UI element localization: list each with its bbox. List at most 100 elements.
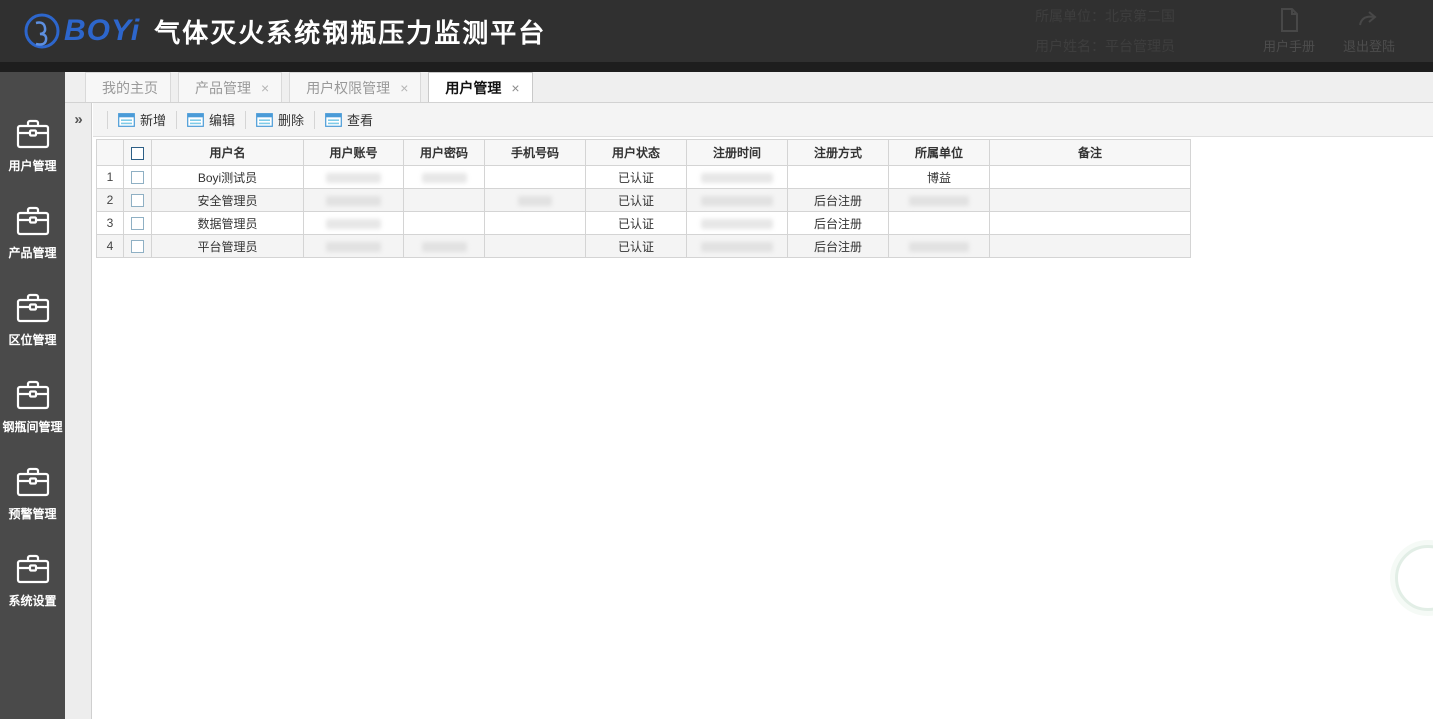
sidebar: 用户管理产品管理区位管理钢瓶间管理预警管理系统设置 [0,72,65,719]
cell-password [404,189,485,212]
row-checkbox[interactable] [131,171,144,184]
cell-checkbox [124,166,152,189]
table-body: 1Boyi测试员已认证博益2安全管理员已认证后台注册3数据管理员已认证后台注册4… [97,166,1191,258]
cell-rownum: 1 [97,166,124,189]
briefcase-icon [15,553,51,585]
cell-name: Boyi测试员 [152,166,304,189]
user-info-block: 所属单位：北京第二国 用户姓名：平台管理员 [1035,6,1175,56]
tab-label: 用户管理 [445,78,501,98]
redacted-value [701,173,773,183]
tab-label: 产品管理 [195,78,251,98]
header-divider-band [0,62,1433,72]
redacted-value [422,242,467,252]
header-cell-checkbox [124,140,152,166]
cell-status: 已认证 [586,189,687,212]
tab-bar: 我的主页 产品管理 × 用户权限管理 × 用户管理 × [65,72,1433,103]
briefcase-icon [15,466,51,498]
toolbar-divider [176,111,177,129]
tab-close-icon[interactable]: × [400,80,408,96]
header-cell: 注册时间 [687,140,788,166]
sidebar-item-products[interactable]: 产品管理 [0,205,65,261]
cell-remark [990,235,1191,258]
cell-rownum: 2 [97,189,124,212]
app-window: BOYi 气体灭火系统钢瓶压力监测平台 所属单位：北京第二国 用户姓名：平台管理… [0,0,1433,719]
row-checkbox[interactable] [131,240,144,253]
cell-account [304,212,404,235]
boyi-logo-icon [22,11,62,51]
form-icon [256,113,273,127]
tab-close-icon[interactable]: × [511,80,519,96]
cell-regtime [687,212,788,235]
header-cell: 备注 [990,140,1191,166]
cell-unit [889,212,990,235]
logout-button[interactable]: 退出登陆 [1343,7,1395,55]
form-icon [118,113,135,127]
cell-rownum: 3 [97,212,124,235]
cell-status: 已认证 [586,212,687,235]
table-row: 1Boyi测试员已认证博益 [97,166,1191,189]
user-name-text: 用户姓名：平台管理员 [1035,36,1175,56]
briefcase-icon [15,205,51,237]
header-cell: 用户状态 [586,140,687,166]
header-cell: 用户密码 [404,140,485,166]
redacted-value [422,173,467,183]
cell-password [404,212,485,235]
sidebar-item-cylinder-rooms[interactable]: 钢瓶间管理 [0,379,65,435]
cell-regtime [687,166,788,189]
tab-close-icon[interactable]: × [261,80,269,96]
user-unit-text: 所属单位：北京第二国 [1035,6,1175,26]
cell-phone [485,189,586,212]
tab-label: 我的主页 [102,78,158,98]
expand-panel-button[interactable]: » [65,107,92,131]
main-content: 新增 编辑 删除 查看 用户名用户账号用户密码手机号码用户状态注册时间注册方式所属单位… [93,103,1433,719]
cell-account [304,166,404,189]
cell-name: 平台管理员 [152,235,304,258]
cell-method [788,166,889,189]
cell-account [304,189,404,212]
toolbar-button-label: 新增 [140,110,166,129]
tab-用户权限管理[interactable]: 用户权限管理 × [289,72,421,102]
user-manual-button[interactable]: 用户手册 [1263,7,1315,55]
cell-name: 安全管理员 [152,189,304,212]
cell-unit [889,235,990,258]
redacted-value [701,242,773,252]
tab-产品管理[interactable]: 产品管理 × [178,72,282,102]
cell-method: 后台注册 [788,212,889,235]
cell-status: 已认证 [586,235,687,258]
redacted-value [518,196,552,206]
select-all-checkbox[interactable] [131,147,144,160]
form-icon [187,113,204,127]
toolbar-button-label: 编辑 [209,110,235,129]
brand-logo: BOYi [22,11,140,51]
row-checkbox[interactable] [131,217,144,230]
tab-用户管理[interactable]: 用户管理 × [428,72,532,102]
user-table: 用户名用户账号用户密码手机号码用户状态注册时间注册方式所属单位备注 1Boyi测… [96,139,1191,258]
cell-unit [889,189,990,212]
sidebar-item-alerts[interactable]: 预警管理 [0,466,65,522]
sidebar-item-zones[interactable]: 区位管理 [0,292,65,348]
row-checkbox[interactable] [131,194,144,207]
sidebar-item-users[interactable]: 用户管理 [0,118,65,174]
tab-我的主页[interactable]: 我的主页 [85,72,171,102]
sidebar-item-settings[interactable]: 系统设置 [0,553,65,609]
redacted-value [701,219,773,229]
table-row: 4平台管理员已认证后台注册 [97,235,1191,258]
toolbar-button-view[interactable]: 查看 [325,110,373,129]
toolbar-button-add[interactable]: 新增 [118,110,166,129]
header-cell: 所属单位 [889,140,990,166]
toolbar-divider [107,111,108,129]
header-cell: 用户名 [152,140,304,166]
redacted-value [326,196,381,206]
sidebar-item-label: 区位管理 [8,331,56,348]
toolbar-button-delete[interactable]: 删除 [256,110,304,129]
briefcase-icon [15,118,51,150]
redacted-value [909,242,969,252]
toolbar: 新增 编辑 删除 查看 [93,103,1433,137]
redacted-value [326,219,381,229]
cell-method: 后台注册 [788,235,889,258]
cell-password [404,235,485,258]
cell-checkbox [124,235,152,258]
toolbar-button-edit[interactable]: 编辑 [187,110,235,129]
tab-label: 用户权限管理 [306,78,390,98]
redacted-value [326,173,381,183]
